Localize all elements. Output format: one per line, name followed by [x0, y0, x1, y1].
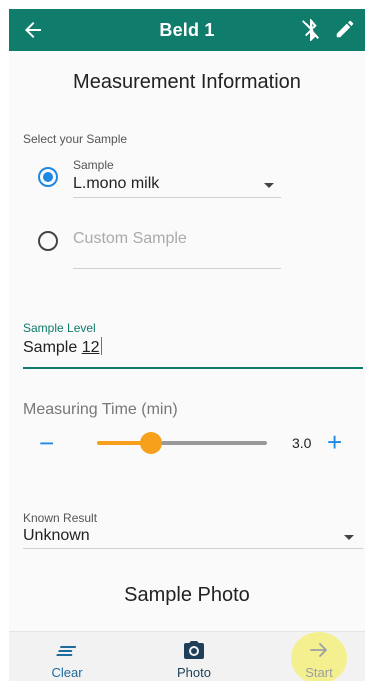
pencil-icon[interactable] [334, 18, 356, 40]
sample-caption: Sample [73, 158, 114, 172]
known-result-caption: Known Result [23, 511, 98, 525]
clear-label: Clear [51, 665, 83, 680]
section-heading: Measurement Information [73, 71, 301, 93]
sample-level-input[interactable]: Sample 12 [23, 337, 102, 357]
start-label: Start [305, 665, 333, 680]
bluetooth-disabled-icon[interactable] [299, 18, 323, 42]
sample-level-prefix: Sample [23, 339, 82, 356]
phone-screen: Beld 1 Measurement Information Select yo… [9, 9, 365, 681]
minus-button[interactable]: − [39, 430, 54, 456]
arrow-right-icon [310, 643, 327, 657]
sample-dropdown[interactable]: L.mono milk [73, 175, 159, 193]
plus-button[interactable]: + [327, 429, 342, 455]
photo-label: Photo [177, 665, 211, 680]
clear-lines-icon [56, 646, 77, 656]
start-button[interactable]: Start [291, 632, 347, 681]
sample-radio[interactable] [38, 167, 58, 187]
chevron-down-icon[interactable] [264, 183, 274, 188]
text-caret [100, 337, 102, 355]
bottom-action-bar: Clear Photo Start [9, 631, 365, 681]
sample-level-caption: Sample Level [23, 321, 96, 335]
sample-photo-heading: Sample Photo [124, 584, 250, 606]
custom-sample-radio[interactable] [38, 231, 58, 251]
measuring-time-value: 3.0 [292, 435, 312, 451]
known-result-underline [23, 548, 363, 549]
sample-level-number: 12 [81, 339, 100, 356]
app-bar: Beld 1 [9, 9, 365, 51]
select-sample-label: Select your Sample [23, 132, 128, 146]
custom-sample-underline [73, 268, 281, 269]
known-result-dropdown[interactable]: Unknown [23, 527, 90, 545]
slider-thumb[interactable] [139, 432, 162, 454]
sample-underline [73, 197, 281, 198]
sample-level-underline [23, 367, 363, 369]
photo-button[interactable]: Photo [166, 632, 222, 681]
custom-sample-input[interactable]: Custom Sample [73, 230, 187, 248]
chevron-down-icon[interactable] [344, 535, 354, 540]
clear-button[interactable]: Clear [39, 632, 95, 681]
camera-icon [184, 641, 204, 659]
measuring-time-label: Measuring Time (min) [23, 401, 178, 418]
